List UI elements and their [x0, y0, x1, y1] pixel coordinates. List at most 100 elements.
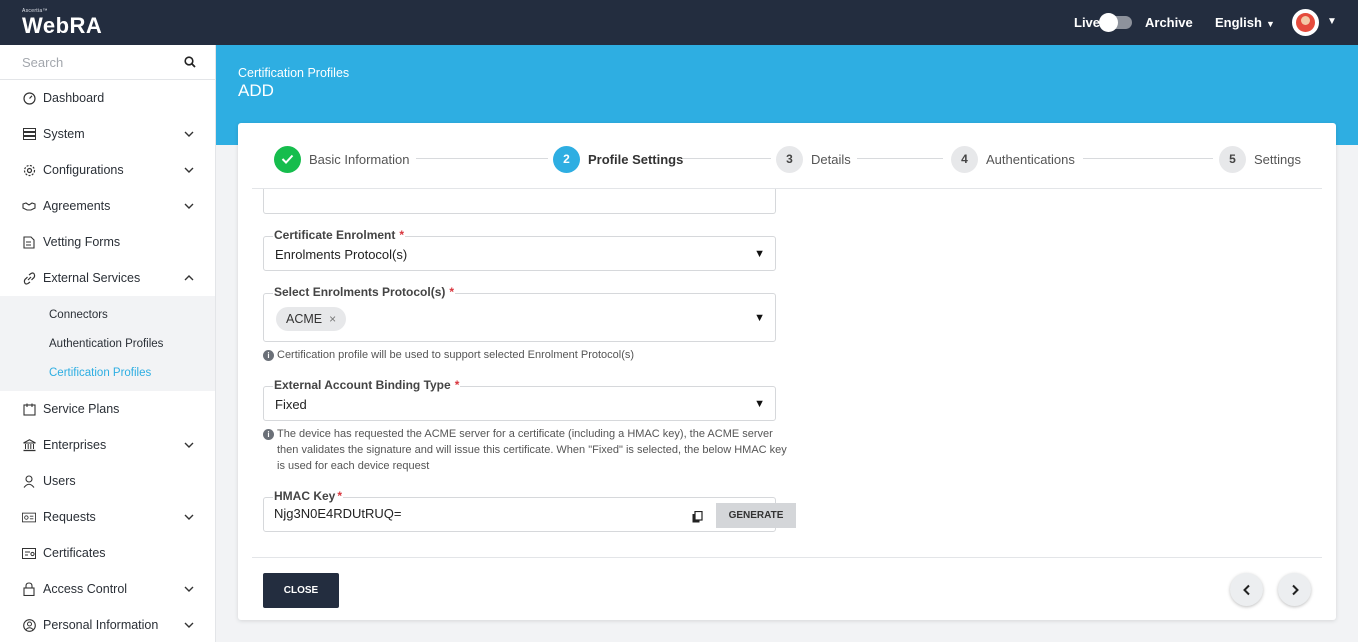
sidebar-item-label: Service Plans	[43, 402, 120, 416]
sidebar-item-dashboard[interactable]: Dashboard	[0, 80, 215, 116]
sidebar-item-label: Access Control	[43, 582, 128, 596]
chevron-down-icon	[184, 203, 194, 209]
previous-step-button[interactable]	[1230, 573, 1263, 606]
sidebar-item-external-services[interactable]: External Services	[0, 260, 215, 296]
sidebar: Dashboard System Configurations Agreemen…	[0, 45, 216, 642]
divider	[252, 557, 1322, 558]
step-connector	[416, 158, 548, 159]
sidebar-item-label: System	[43, 127, 85, 141]
search-icon[interactable]	[184, 56, 196, 68]
step-profile-settings[interactable]: 2 Profile Settings	[553, 145, 683, 173]
link-icon	[22, 271, 36, 285]
form-icon	[22, 235, 36, 249]
live-archive-toggle[interactable]	[1099, 13, 1132, 32]
dropdown-arrow-icon: ▼	[754, 248, 765, 260]
step-authentications[interactable]: 4 Authentications	[951, 145, 1075, 173]
sidebar-item-access-control[interactable]: Access Control	[0, 571, 215, 607]
required-mark: *	[454, 378, 460, 392]
step-details[interactable]: 3 Details	[776, 145, 851, 173]
top-bar: Ascertia™ WebRA Live Archive English ▼ ▼	[0, 0, 1358, 45]
chevron-down-icon	[184, 442, 194, 448]
generate-button[interactable]: GENERATE	[716, 503, 796, 528]
sidebar-item-system[interactable]: System	[0, 116, 215, 152]
certificate-enrolment-label: Certificate Enrolment *	[273, 228, 406, 242]
page-title: ADD	[238, 81, 274, 100]
sidebar-search	[0, 45, 215, 80]
archive-label: Archive	[1145, 15, 1193, 30]
chevron-right-icon	[1291, 584, 1299, 595]
sidebar-item-service-plans[interactable]: Service Plans	[0, 391, 215, 427]
external-services-submenu: Connectors Authentication Profiles Certi…	[0, 296, 215, 391]
sidebar-subitem-authentication-profiles[interactable]: Authentication Profiles	[0, 329, 215, 358]
protocol-chip: ACME ×	[276, 307, 347, 331]
step-connector	[1083, 158, 1213, 159]
brand-name: WebRA	[22, 13, 103, 38]
required-mark: *	[449, 285, 455, 299]
previous-field[interactable]	[263, 189, 776, 214]
avatar-head	[1301, 16, 1310, 25]
chevron-down-icon	[184, 167, 194, 173]
system-icon	[22, 127, 36, 141]
sidebar-item-label: Enterprises	[43, 438, 107, 452]
sidebar-item-label: External Services	[43, 271, 141, 285]
field-label-text: Certificate Enrolment	[274, 228, 396, 242]
sidebar-item-enterprises[interactable]: Enterprises	[0, 427, 215, 463]
chevron-down-icon	[184, 622, 194, 628]
close-button[interactable]: CLOSE	[263, 573, 339, 608]
sidebar-item-certificates[interactable]: Certificates	[0, 535, 215, 571]
enrolment-protocols-label: Select Enrolments Protocol(s) *	[273, 285, 456, 299]
sidebar-item-requests[interactable]: Requests	[0, 499, 215, 535]
lock-icon	[22, 582, 36, 596]
service-plans-icon	[22, 402, 36, 416]
sidebar-subitem-certification-profiles[interactable]: Certification Profiles	[0, 358, 215, 387]
step-settings[interactable]: 5 Settings	[1219, 145, 1301, 173]
chip-remove-icon[interactable]: ×	[329, 312, 336, 326]
check-icon	[274, 145, 301, 173]
language-select[interactable]: English ▼	[1215, 15, 1275, 30]
eab-type-label: External Account Binding Type *	[273, 378, 461, 392]
enrolment-protocols-multiselect[interactable]: ACME × ▼	[263, 293, 776, 342]
field-label-text: HMAC Key	[274, 489, 336, 503]
step-label: Details	[811, 151, 851, 167]
handshake-icon	[22, 199, 36, 213]
sidebar-item-vetting-forms[interactable]: Vetting Forms	[0, 224, 215, 260]
app-logo[interactable]: Ascertia™ WebRA	[22, 8, 102, 38]
hmac-key-input[interactable]	[274, 506, 654, 521]
certificate-icon	[22, 546, 36, 560]
help-text: Certification profile will be used to su…	[277, 349, 635, 361]
caret-down-icon: ▼	[1265, 19, 1275, 29]
step-label: Basic Information	[309, 151, 410, 167]
bank-icon	[22, 438, 36, 452]
gear-icon	[22, 163, 36, 177]
live-label: Live	[1074, 15, 1101, 30]
step-number: 3	[776, 145, 803, 173]
dropdown-arrow-icon: ▼	[754, 312, 765, 324]
chevron-left-icon	[1242, 584, 1250, 595]
avatar[interactable]	[1292, 9, 1319, 36]
search-input[interactable]	[0, 45, 180, 79]
sidebar-item-personal-information[interactable]: Personal Information	[0, 607, 215, 642]
user-menu-caret-icon[interactable]: ▼	[1327, 16, 1337, 27]
step-label: Profile Settings	[588, 151, 684, 167]
required-mark: *	[399, 228, 405, 242]
step-number: 2	[553, 145, 580, 173]
wizard-card: Basic Information 2 Profile Settings 3 D…	[238, 123, 1336, 620]
sidebar-item-configurations[interactable]: Configurations	[0, 152, 215, 188]
next-step-button[interactable]	[1278, 573, 1311, 606]
profile-icon	[22, 618, 36, 632]
sidebar-item-label: Dashboard	[43, 91, 105, 105]
step-basic-information[interactable]: Basic Information	[274, 145, 409, 173]
user-icon	[22, 474, 36, 488]
sidebar-item-label: Vetting Forms	[43, 235, 121, 249]
sidebar-subitem-connectors[interactable]: Connectors	[0, 300, 215, 329]
breadcrumb[interactable]: Certification Profiles	[238, 66, 349, 80]
sidebar-item-label: Certificates	[43, 546, 106, 560]
sidebar-item-agreements[interactable]: Agreements	[0, 188, 215, 224]
sidebar-item-users[interactable]: Users	[0, 463, 215, 499]
copy-icon[interactable]	[692, 511, 703, 523]
language-value: English	[1215, 15, 1262, 30]
sidebar-item-label: Requests	[43, 510, 96, 524]
sidebar-item-label: Personal Information	[43, 618, 159, 632]
info-icon: i	[263, 350, 274, 361]
enrolment-protocols-help: i Certification profile will be used to …	[263, 347, 783, 363]
